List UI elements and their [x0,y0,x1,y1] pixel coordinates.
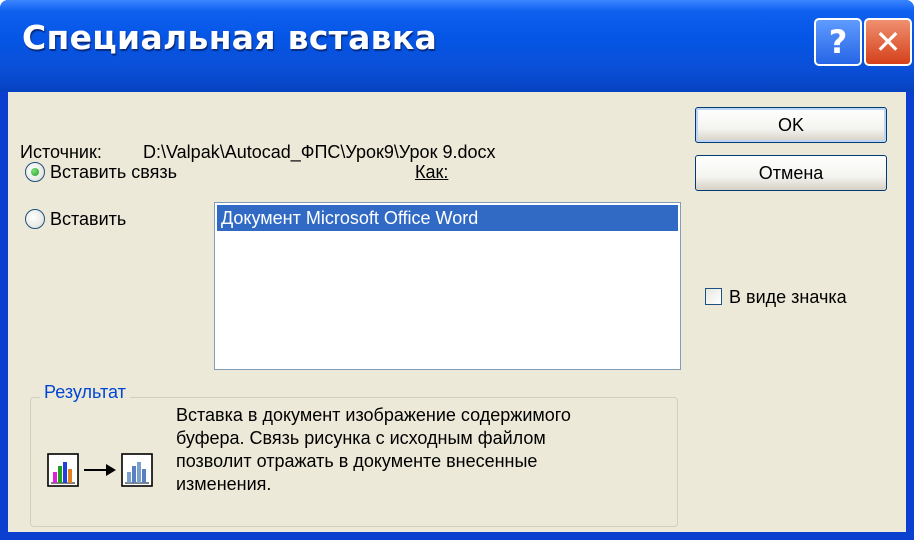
document-chart-icon [47,453,79,487]
paste-link-radio[interactable] [25,162,45,182]
cancel-button[interactable]: Отмена [695,155,887,191]
window-title: Специальная вставка [22,18,438,57]
paste-link-label[interactable]: Вставить связь [50,162,177,183]
result-description: Вставка в документ изображение содержимо… [176,405,571,494]
close-button[interactable]: ✕ [864,18,912,66]
source-path: D:\Valpak\Autocad_ФПС\Урок9\Урок 9.docx [143,142,496,162]
as-label: Как: [415,162,449,182]
title-bar[interactable]: Специальная вставка ? ✕ [0,0,914,92]
ok-button[interactable]: OK [695,107,887,143]
display-as-icon-checkbox[interactable] [705,288,722,305]
result-illustration [47,453,153,487]
cancel-button-label: Отмена [758,162,824,183]
display-as-icon-label[interactable]: В виде значка [729,287,847,308]
paste-special-dialog: Специальная вставка ? ✕ Источник: D:\Val… [0,0,914,540]
paste-radio[interactable] [25,209,45,229]
source-label: Источник: [20,142,102,162]
paste-label[interactable]: Вставить [50,209,126,230]
arrow-icon [84,464,116,476]
result-group-title: Результат [40,382,130,403]
list-item-selected[interactable]: Документ Microsoft Office Word [217,205,678,231]
dialog-body: Источник: D:\Valpak\Autocad_ФПС\Урок9\Ур… [8,92,906,532]
format-listbox[interactable]: Документ Microsoft Office Word [214,202,681,370]
radio-selected-dot [31,168,39,176]
close-icon: ✕ [874,23,902,61]
help-button[interactable]: ? [814,18,862,66]
ok-button-label: OK [777,114,804,135]
linked-chart-icon [121,453,153,487]
help-icon: ? [828,23,848,61]
